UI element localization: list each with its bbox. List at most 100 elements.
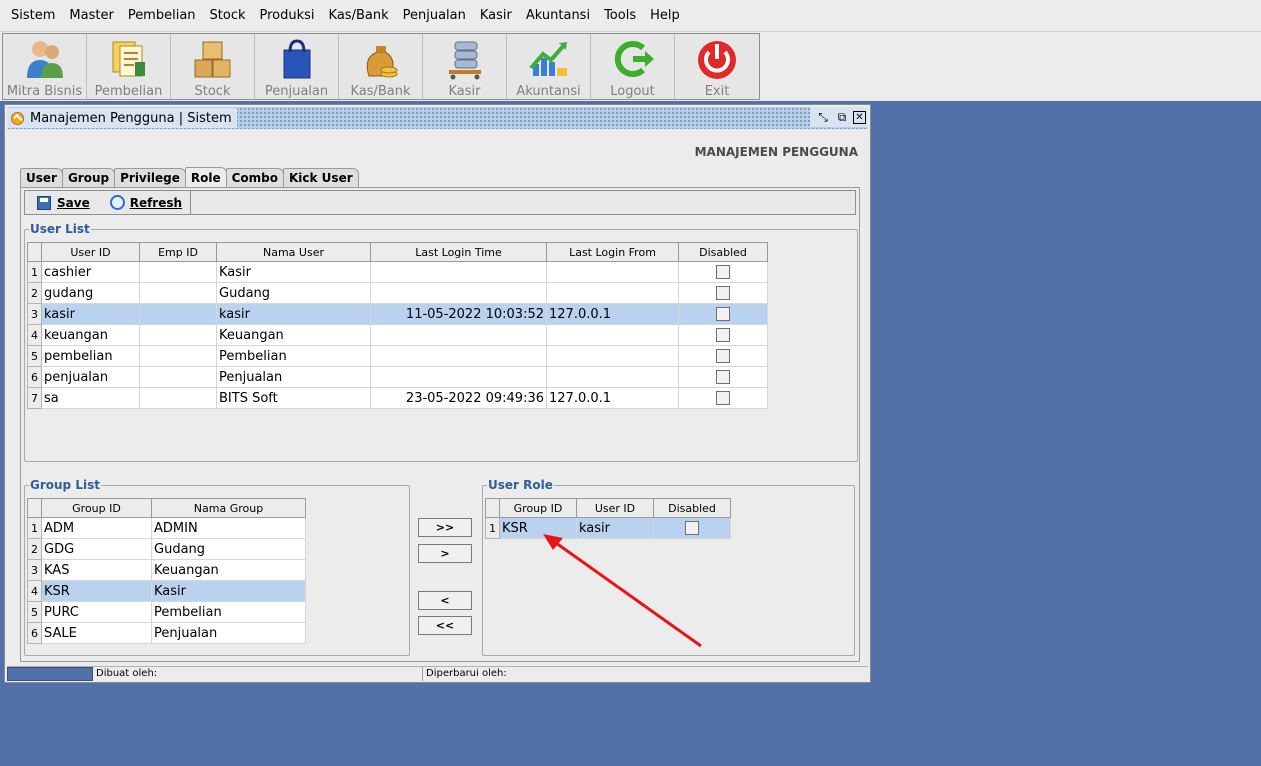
user-id-cell: kasir — [41, 303, 140, 325]
nama-group-cell: Pembelian — [151, 601, 306, 623]
disabled-checkbox[interactable] — [716, 391, 730, 405]
table-row[interactable]: 1 ADM ADMIN — [27, 517, 306, 539]
col-role-user-id[interactable]: User ID — [576, 498, 654, 518]
tab-role[interactable]: Role — [184, 167, 227, 187]
emp-id-cell — [139, 324, 217, 346]
akuntansi-button[interactable]: Akuntansi — [507, 34, 591, 99]
stock-button[interactable]: Stock — [171, 34, 255, 99]
tab-group[interactable]: Group — [61, 168, 116, 187]
emp-id-cell — [139, 387, 217, 409]
table-row[interactable]: 2 gudang Gudang — [27, 282, 768, 304]
disabled-cell — [678, 282, 768, 304]
close-icon[interactable]: ✕ — [853, 110, 866, 124]
col-nama-user[interactable]: Nama User — [216, 242, 371, 262]
table-row[interactable]: 4 keuangan Keuangan — [27, 324, 768, 346]
table-row[interactable]: 6 penjualan Penjualan — [27, 366, 768, 388]
shopping-bag-icon — [273, 37, 321, 80]
menu-pembelian[interactable]: Pembelian — [121, 0, 203, 31]
mitra-bisnis-button[interactable]: Mitra Bisnis — [3, 34, 87, 99]
row-number: 3 — [27, 559, 42, 581]
col-user-id[interactable]: User ID — [41, 242, 140, 262]
tab-kick-user[interactable]: Kick User — [283, 168, 359, 187]
kasir-button[interactable]: Kasir — [423, 34, 507, 99]
save-button[interactable]: Save — [25, 191, 98, 214]
row-number: 1 — [485, 517, 500, 539]
disabled-checkbox[interactable] — [716, 286, 730, 300]
window-titlebar[interactable]: Manajemen Pengguna | Sistem ⤡ ⧉ ✕ — [7, 107, 868, 129]
nama-user-cell: BITS Soft — [216, 387, 371, 409]
table-row[interactable]: 1 cashier Kasir — [27, 261, 768, 283]
remove-button[interactable]: < — [418, 591, 472, 610]
menu-akuntansi[interactable]: Akuntansi — [519, 0, 597, 31]
menu-sistem[interactable]: Sistem — [4, 0, 62, 31]
emp-id-cell — [139, 303, 217, 325]
power-icon — [693, 37, 741, 80]
users-icon — [21, 37, 69, 80]
table-row[interactable]: 4 KSR Kasir — [27, 580, 306, 602]
menu-kasir[interactable]: Kasir — [473, 0, 519, 31]
menu-help[interactable]: Help — [643, 0, 687, 31]
last-login-time-cell — [370, 261, 547, 283]
remove-all-button[interactable]: << — [418, 616, 472, 635]
row-number: 5 — [27, 345, 42, 367]
nama-group-cell: ADMIN — [151, 517, 306, 539]
row-number: 7 — [27, 387, 42, 409]
exit-button[interactable]: Exit — [675, 34, 759, 99]
disabled-checkbox[interactable] — [716, 370, 730, 384]
penjualan-button[interactable]: Penjualan — [255, 34, 339, 99]
add-button[interactable]: > — [418, 544, 472, 563]
user-id-cell: keuangan — [41, 324, 140, 346]
tab-user[interactable]: User — [20, 168, 63, 187]
tab-privilege[interactable]: Privilege — [114, 168, 186, 187]
table-row[interactable]: 7 sa BITS Soft 23-05-2022 09:49:36 127.0.0.1 — [27, 387, 768, 409]
menu-stock[interactable]: Stock — [203, 0, 253, 31]
table-row[interactable]: 5 pembelian Pembelian — [27, 345, 768, 367]
disabled-checkbox[interactable] — [716, 349, 730, 363]
disabled-cell — [678, 324, 768, 346]
col-group-id[interactable]: Group ID — [41, 498, 152, 518]
disabled-checkbox[interactable] — [716, 265, 730, 279]
kas-bank-button[interactable]: Kas/Bank — [339, 34, 423, 99]
group-id-cell: GDG — [41, 538, 152, 560]
col-role-disabled[interactable]: Disabled — [653, 498, 731, 518]
col-disabled[interactable]: Disabled — [678, 242, 768, 262]
tab-combo[interactable]: Combo — [225, 168, 284, 187]
nama-group-cell: Keuangan — [151, 559, 306, 581]
logout-button[interactable]: Logout — [591, 34, 675, 99]
table-row[interactable]: 6 SALE Penjualan — [27, 622, 306, 644]
refresh-button[interactable]: Refresh — [98, 191, 192, 214]
minimize-icon[interactable]: ⤡ — [815, 109, 831, 125]
menu-kas-bank[interactable]: Kas/Bank — [322, 0, 396, 31]
col-role-group-id[interactable]: Group ID — [499, 498, 577, 518]
disabled-checkbox[interactable] — [716, 307, 730, 321]
table-row[interactable]: 3 kasir kasir 11-05-2022 10:03:52 127.0.0.1 — [27, 303, 768, 325]
pembelian-button[interactable]: Pembelian — [87, 34, 171, 99]
row-number: 2 — [27, 538, 42, 560]
chart-growth-icon — [525, 37, 573, 80]
add-all-button[interactable]: >> — [418, 518, 472, 537]
save-label: Save — [57, 195, 90, 210]
menu-penjualan[interactable]: Penjualan — [396, 0, 473, 31]
penjualan-label: Penjualan — [264, 84, 329, 99]
menu-tools[interactable]: Tools — [597, 0, 643, 31]
col-last-login-time[interactable]: Last Login Time — [370, 242, 547, 262]
row-number: 1 — [27, 261, 42, 283]
maximize-icon[interactable]: ⧉ — [834, 109, 850, 125]
disabled-checkbox[interactable] — [716, 328, 730, 342]
nama-user-cell: Penjualan — [216, 366, 371, 388]
table-row[interactable]: 3 KAS Keuangan — [27, 559, 306, 581]
row-number: 1 — [27, 517, 42, 539]
col-nama-group[interactable]: Nama Group — [151, 498, 306, 518]
group-list-legend: Group List — [30, 478, 100, 492]
boxes-icon — [189, 37, 237, 80]
disabled-cell — [678, 387, 768, 409]
menu-produksi[interactable]: Produksi — [253, 0, 322, 31]
table-row[interactable]: 2 GDG Gudang — [27, 538, 306, 560]
nama-group-cell: Gudang — [151, 538, 306, 560]
col-emp-id[interactable]: Emp ID — [139, 242, 217, 262]
menu-master[interactable]: Master — [62, 0, 120, 31]
table-row[interactable]: 5 PURC Pembelian — [27, 601, 306, 623]
col-last-login-from[interactable]: Last Login From — [546, 242, 679, 262]
manajemen-pengguna-window: Manajemen Pengguna | Sistem ⤡ ⧉ ✕ MANAJE… — [4, 104, 871, 683]
save-icon — [37, 195, 51, 210]
